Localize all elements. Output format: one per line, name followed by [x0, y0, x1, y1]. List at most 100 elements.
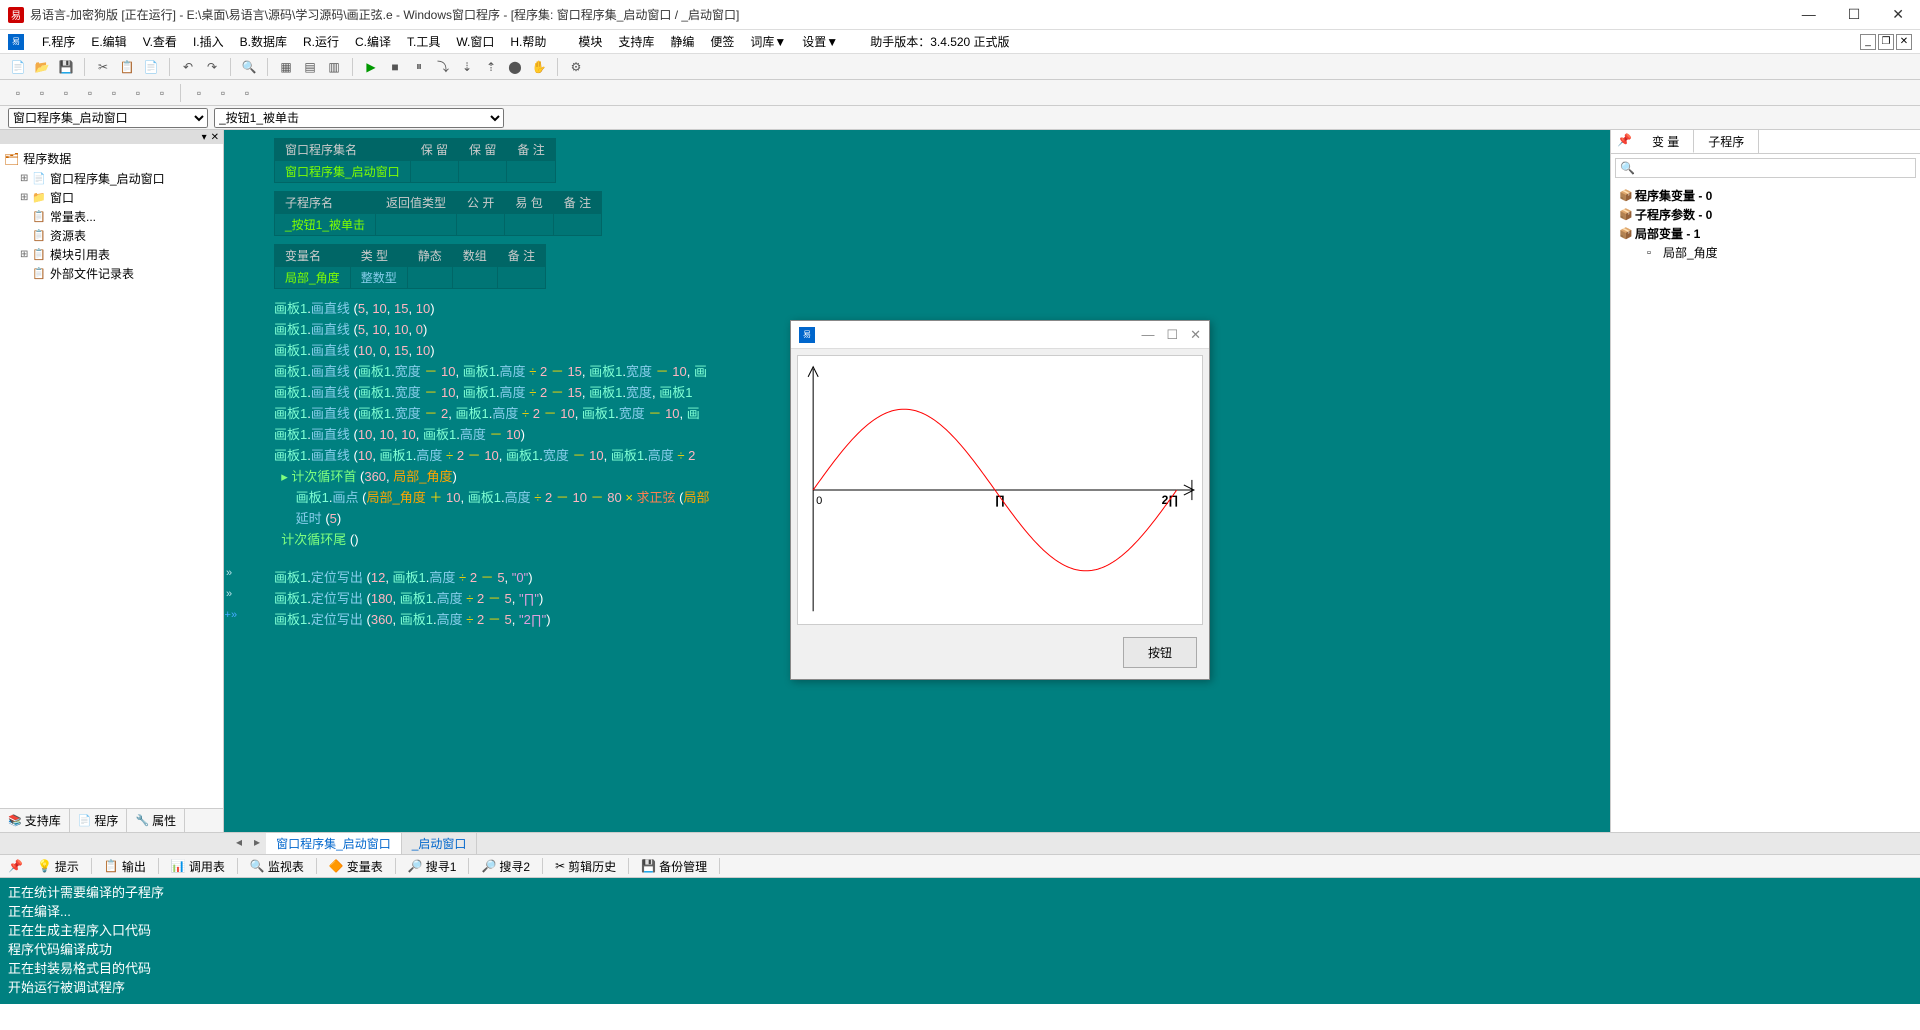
tab-nav-prev[interactable]: ◂ — [230, 833, 248, 854]
var-tree-row[interactable]: ▫局部_角度 — [1619, 243, 1912, 262]
pause-icon[interactable]: ⏸ — [409, 57, 429, 77]
menu-compile[interactable]: C.编译 — [347, 33, 399, 50]
pin-icon[interactable]: 📌 — [1611, 130, 1638, 153]
mdi-min-button[interactable]: _ — [1860, 34, 1876, 50]
layout3-icon[interactable]: ▥ — [324, 57, 344, 77]
tb2-icon-4[interactable]: ▫ — [80, 83, 100, 103]
menu-edit[interactable]: E.编辑 — [83, 33, 134, 50]
subroutine-selector[interactable]: _按钮1_被单击 — [214, 108, 504, 128]
tb2-icon-9[interactable]: ▫ — [213, 83, 233, 103]
menu-module[interactable]: 模块 — [570, 33, 610, 50]
var-tree-row[interactable]: 📦局部变量 - 1 — [1619, 224, 1912, 243]
var-search-input[interactable] — [1615, 158, 1916, 178]
expander-icon[interactable]: ⊞ — [20, 173, 32, 184]
tree-root[interactable]: 🗂 程序数据 — [4, 148, 219, 169]
var-tree-row[interactable]: 📦子程序参数 - 0 — [1619, 205, 1912, 224]
open-file-icon[interactable]: 📂 — [32, 57, 52, 77]
output-tab[interactable]: 📊调用表 — [163, 856, 233, 877]
tree-item[interactable]: 📋外部文件记录表 — [4, 264, 219, 283]
tree-item[interactable]: 📋资源表 — [4, 226, 219, 245]
tab-props[interactable]: 🔧属性 — [127, 809, 185, 832]
menu-window[interactable]: W.窗口 — [448, 33, 502, 50]
output-tab[interactable]: 💡提示 — [29, 856, 87, 877]
menu-supportlib[interactable]: 支持库 — [610, 33, 662, 50]
cursor-icon[interactable]: ✋ — [529, 57, 549, 77]
tree-item[interactable]: ⊞📋模块引用表 — [4, 245, 219, 264]
run-icon[interactable]: ▶ — [361, 57, 381, 77]
tb2-icon-6[interactable]: ▫ — [128, 83, 148, 103]
tb2-icon-2[interactable]: ▫ — [32, 83, 52, 103]
stop-icon[interactable]: ■ — [385, 57, 405, 77]
output-tab[interactable]: 📋输出 — [96, 856, 154, 877]
output-tab[interactable]: 🔶变量表 — [321, 856, 391, 877]
menu-static[interactable]: 静编 — [662, 33, 702, 50]
menu-run[interactable]: R.运行 — [295, 33, 347, 50]
minimize-button[interactable]: — — [1794, 2, 1824, 27]
tab-subs[interactable]: 子程序 — [1694, 130, 1759, 153]
var-tree[interactable]: 📦程序集变量 - 0📦子程序参数 - 0📦局部变量 - 1▫局部_角度 — [1611, 182, 1920, 266]
save-file-icon[interactable]: 💾 — [56, 57, 76, 77]
copy-icon[interactable]: 📋 — [117, 57, 137, 77]
tb2-icon-3[interactable]: ▫ — [56, 83, 76, 103]
output-tab[interactable]: 💾备份管理 — [633, 856, 715, 877]
menu-program[interactable]: F.程序 — [34, 33, 83, 50]
menu-view[interactable]: V.查看 — [135, 33, 185, 50]
menu-insert[interactable]: I.插入 — [185, 33, 232, 50]
breakpoint-icon[interactable]: ⬤ — [505, 57, 525, 77]
expander-icon[interactable]: ⊞ — [20, 192, 32, 203]
output-tab[interactable]: 🔎搜寻1 — [400, 856, 465, 877]
panel-close-icon[interactable]: ✕ — [211, 132, 219, 143]
cut-icon[interactable]: ✂ — [93, 57, 113, 77]
debug-settings-icon[interactable]: ⚙ — [566, 57, 586, 77]
menu-note[interactable]: 便签 — [702, 33, 742, 50]
menu-help[interactable]: H.帮助 — [502, 33, 554, 50]
menu-dict[interactable]: 词库▼ — [742, 33, 794, 50]
find-icon[interactable]: 🔍 — [239, 57, 259, 77]
project-tree[interactable]: 🗂 程序数据 ⊞📄窗口程序集_启动窗口⊞📁窗口📋常量表...📋资源表⊞📋模块引用… — [0, 144, 223, 808]
layout1-icon[interactable]: ▦ — [276, 57, 296, 77]
app-window-titlebar[interactable]: 易 — ☐ ✕ — [791, 321, 1209, 349]
close-button[interactable]: ✕ — [1884, 2, 1912, 27]
tb2-icon-1[interactable]: ▫ — [8, 83, 28, 103]
running-app-window[interactable]: 易 — ☐ ✕ 0 ∏ 2∏ 按钮 — [790, 320, 1210, 680]
new-file-icon[interactable]: 📄 — [8, 57, 28, 77]
layout2-icon[interactable]: ▤ — [300, 57, 320, 77]
app-run-button[interactable]: 按钮 — [1123, 637, 1197, 668]
tab-supportlib[interactable]: 📚支持库 — [0, 809, 70, 832]
tree-item[interactable]: ⊞📄窗口程序集_启动窗口 — [4, 169, 219, 188]
step-out-icon[interactable]: ⇡ — [481, 57, 501, 77]
expander-icon[interactable]: ⊞ — [20, 249, 32, 260]
step-into-icon[interactable]: ⇣ — [457, 57, 477, 77]
step-over-icon[interactable]: ⤵ — [433, 57, 453, 77]
maximize-button[interactable]: ☐ — [1840, 2, 1869, 27]
menu-database[interactable]: B.数据库 — [232, 33, 295, 50]
output-tab[interactable]: 🔍监视表 — [242, 856, 312, 877]
app-min-button[interactable]: — — [1141, 327, 1154, 343]
app-close-button[interactable]: ✕ — [1190, 327, 1201, 343]
tab-nav-next[interactable]: ▸ — [248, 833, 266, 854]
assembly-selector[interactable]: 窗口程序集_启动窗口 — [8, 108, 208, 128]
redo-icon[interactable]: ↷ — [202, 57, 222, 77]
output-pin-icon[interactable]: 📌 — [4, 857, 27, 875]
output-tab[interactable]: 🔎搜寻2 — [473, 856, 538, 877]
tab-program[interactable]: 📄程序 — [70, 809, 128, 832]
output-tab[interactable]: ✂剪辑历史 — [547, 856, 624, 877]
mdi-restore-button[interactable]: ❐ — [1878, 34, 1894, 50]
editor-tab-2[interactable]: _启动窗口 — [402, 833, 478, 854]
tb2-icon-7[interactable]: ▫ — [152, 83, 172, 103]
panel-dropdown-icon[interactable]: ▾ — [202, 132, 207, 143]
paste-icon[interactable]: 📄 — [141, 57, 161, 77]
tab-variables[interactable]: 变 量 — [1638, 130, 1694, 153]
var-tree-row[interactable]: 📦程序集变量 - 0 — [1619, 186, 1912, 205]
tb2-icon-10[interactable]: ▫ — [237, 83, 257, 103]
tree-item[interactable]: ⊞📁窗口 — [4, 188, 219, 207]
tree-item[interactable]: 📋常量表... — [4, 207, 219, 226]
mdi-close-button[interactable]: ✕ — [1896, 34, 1912, 50]
editor-tab-1[interactable]: 窗口程序集_启动窗口 — [266, 833, 402, 854]
tb2-icon-8[interactable]: ▫ — [189, 83, 209, 103]
undo-icon[interactable]: ↶ — [178, 57, 198, 77]
menu-tools[interactable]: T.工具 — [399, 33, 448, 50]
app-max-button[interactable]: ☐ — [1166, 327, 1178, 343]
tb2-icon-5[interactable]: ▫ — [104, 83, 124, 103]
output-console[interactable]: 正在统计需要编译的子程序正在编译...正在生成主程序入口代码程序代码编译成功正在… — [0, 878, 1920, 1004]
